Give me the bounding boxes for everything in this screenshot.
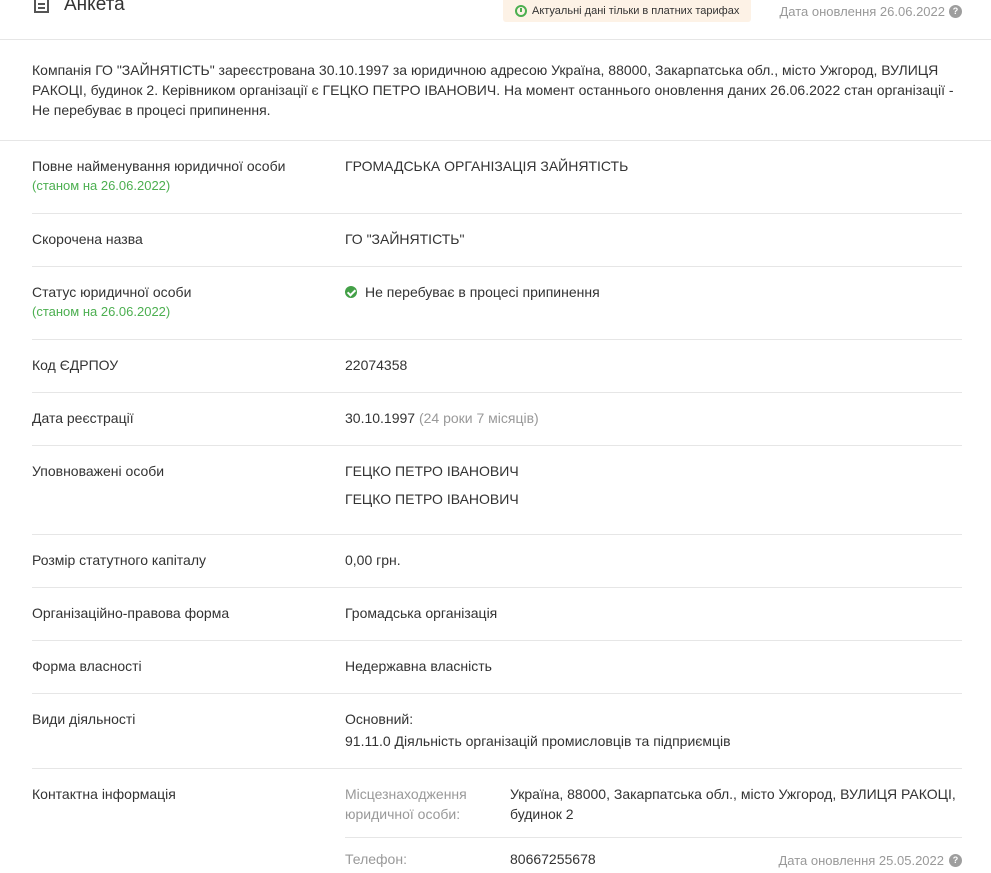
row-label: Дата реєстрації (32, 410, 134, 426)
page-title: Анкета (64, 0, 125, 15)
row-status: Статус юридичної особи (станом на 26.06.… (32, 267, 962, 340)
full-name-value: ГРОМАДСЬКА ОРГАНІЗАЦІЯ ЗАЙНЯТІСТЬ (345, 158, 629, 174)
main-activity-link[interactable]: 91.11.0 Діяльність організацій промислов… (345, 731, 731, 751)
row-full-name: Повне найменування юридичної особи (стан… (32, 141, 962, 214)
as-of-date: (станом на 26.06.2022) (32, 304, 171, 319)
as-of-date: (станом на 26.06.2022) (32, 178, 171, 193)
row-edrpou: Код ЄДРПОУ 22074358 (32, 340, 962, 393)
check-circle-icon (345, 286, 357, 298)
phone-update-date: Дата оновлення 25.05.2022 (778, 853, 944, 868)
help-icon[interactable]: ? (949, 5, 962, 18)
row-label: Уповноважені особи (32, 463, 165, 479)
reg-age-text: (24 роки 7 місяців) (418, 410, 539, 426)
contact-address: Місцезнаходження юридичної особи: Україн… (345, 769, 962, 838)
authorized-person-link[interactable]: ГЕЦКО ПЕТРО ІВАНОВИЧ (345, 489, 519, 509)
row-label: Форма власності (32, 658, 142, 674)
help-icon[interactable]: ? (949, 854, 962, 867)
row-label: Повне найменування юридичної особи (стан… (32, 156, 322, 196)
reg-date-text: 30.10.1997 (345, 410, 416, 426)
authorized-person-link[interactable]: ГЕЦКО ПЕТРО ІВАНОВИЧ (345, 461, 519, 481)
paid-tariff-text: Актуальні дані тільки в платних тарифах (532, 5, 740, 17)
row-reg-date: Дата реєстрації 30.10.1997 (24 роки 7 мі… (32, 393, 962, 446)
status-text: Не перебуває в процесі припинення (365, 284, 600, 300)
row-label: Організаційно-правова форма (32, 605, 230, 621)
edrpou-value: 22074358 (345, 357, 408, 373)
row-label: Скорочена назва (32, 231, 143, 247)
address-key: Місцезнаходження юридичної особи: (345, 786, 467, 822)
reg-date-value: 30.10.1997 (24 роки 7 місяців) (345, 408, 539, 428)
header-bar: Анкета Актуальні дані тільки в платних т… (0, 0, 991, 40)
row-legal-form: Організаційно-правова форма Громадська о… (32, 588, 962, 641)
short-name-value: ГО "ЗАЙНЯТІСТЬ" (345, 231, 465, 247)
document-icon (34, 0, 49, 13)
row-capital: Розмір статутного капіталу 0,00 грн. (32, 535, 962, 588)
update-date: Дата оновлення 26.06.2022 (779, 4, 945, 19)
ownership-value: Недержавна власність (345, 658, 492, 674)
phone-key: Телефон: (345, 851, 407, 867)
row-short-name: Скорочена назва ГО "ЗАЙНЯТІСТЬ" (32, 214, 962, 267)
row-label: Види діяльності (32, 711, 136, 727)
address-value: Україна, 88000, Закарпатська обл., місто… (510, 786, 956, 822)
row-label: Контактна інформація (32, 786, 176, 802)
clock-icon (515, 5, 527, 17)
row-label: Статус юридичної особи (станом на 26.06.… (32, 282, 322, 322)
label-text: Статус юридичної особи (32, 284, 192, 300)
row-authorized: Уповноважені особи ГЕЦКО ПЕТРО ІВАНОВИЧ … (32, 446, 962, 535)
capital-value: 0,00 грн. (345, 552, 401, 568)
status-value: Не перебуває в процесі припинення (345, 282, 600, 302)
legal-form-value: Громадська організація (345, 605, 498, 621)
paid-tariff-badge[interactable]: Актуальні дані тільки в платних тарифах (503, 0, 752, 22)
row-activities: Види діяльності Основний: 91.11.0 Діяльн… (32, 694, 962, 769)
row-label: Розмір статутного капіталу (32, 552, 207, 568)
label-text: Повне найменування юридичної особи (32, 158, 286, 174)
row-label: Код ЄДРПОУ (32, 357, 119, 373)
row-ownership: Форма власності Недержавна власність (32, 641, 962, 694)
company-summary: Компанія ГО "ЗАЙНЯТІСТЬ" зареєстрована 3… (32, 62, 954, 118)
main-activity-label: Основний: (345, 711, 414, 727)
